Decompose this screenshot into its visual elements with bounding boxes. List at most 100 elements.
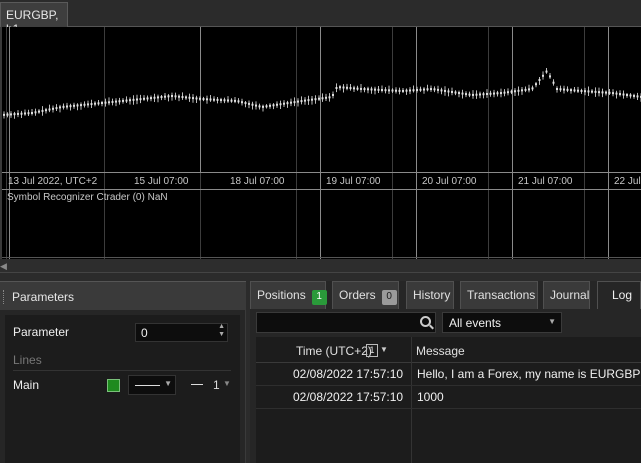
candle-body xyxy=(325,96,327,99)
parameters-header: Parameters xyxy=(0,281,246,310)
search-input[interactable] xyxy=(256,312,436,333)
candle-body xyxy=(349,87,352,90)
candle-body xyxy=(398,89,401,92)
candle-body xyxy=(220,99,222,102)
candle-body xyxy=(38,110,40,113)
candle-body xyxy=(605,91,607,94)
candle-body xyxy=(230,99,233,102)
candle-body xyxy=(300,100,303,103)
candle-body xyxy=(381,89,383,91)
candle-body xyxy=(199,97,201,100)
main-color-swatch[interactable] xyxy=(107,379,120,392)
candle-body xyxy=(514,90,516,93)
candle-body xyxy=(286,102,289,105)
tab-orders[interactable]: Orders 0 xyxy=(332,281,399,309)
candle-body xyxy=(363,88,366,91)
candle-body xyxy=(160,96,163,99)
column-header-time[interactable]: Time (UTC+2) xyxy=(296,344,372,358)
candle-body xyxy=(311,98,313,101)
candle-body xyxy=(451,91,453,93)
chevron-down-icon: ▼ xyxy=(548,317,556,326)
candle-body xyxy=(559,88,562,91)
candle-body xyxy=(353,87,355,90)
section-divider xyxy=(13,370,231,371)
tab-transactions[interactable]: Transactions xyxy=(460,281,538,309)
candle-body xyxy=(626,94,628,96)
table-row[interactable]: 02/08/2022 17:57:10 1000 xyxy=(256,386,641,409)
events-filter-select[interactable]: All events ▼ xyxy=(442,312,562,333)
line-style-select[interactable]: ▼ xyxy=(128,375,176,395)
candle-body xyxy=(472,93,474,96)
candle-body xyxy=(31,112,33,114)
candle-body xyxy=(129,99,131,102)
row-time: 02/08/2022 17:57:10 xyxy=(293,390,404,404)
tab-journal[interactable]: Journal xyxy=(543,281,590,309)
line-width-select[interactable]: 1 ▼ xyxy=(185,375,233,395)
candle-body xyxy=(188,96,191,99)
scroll-left-icon[interactable]: ◀ xyxy=(0,261,7,272)
chart-scrollbar[interactable]: ◀ xyxy=(0,259,641,273)
candle-body xyxy=(598,91,600,94)
main-line-label: Main xyxy=(13,378,40,392)
sort-index-badge: 1 xyxy=(366,344,378,357)
tab-history[interactable]: History xyxy=(406,281,454,309)
chart-tab-eurgbp[interactable]: EURGBP, h1 xyxy=(0,2,68,36)
candle-body xyxy=(437,88,439,91)
candle-body xyxy=(122,99,124,102)
candle-body xyxy=(304,99,306,102)
stepper-arrows-icon[interactable]: ▲ ▼ xyxy=(218,323,225,339)
candle-body xyxy=(615,92,618,95)
candle-body xyxy=(307,99,310,102)
candle-body xyxy=(136,98,138,101)
candle-body xyxy=(62,105,65,108)
candle-body xyxy=(97,102,100,105)
candle-body xyxy=(234,99,236,102)
candle-body xyxy=(489,92,492,95)
candle-body xyxy=(206,98,208,101)
candle-body xyxy=(636,95,639,98)
candle-body xyxy=(461,92,464,95)
row-message: 1000 xyxy=(417,390,444,404)
candle-body xyxy=(41,109,44,112)
drag-handle-icon[interactable] xyxy=(3,290,6,304)
candle-body xyxy=(566,88,569,91)
candle-body xyxy=(535,83,537,86)
candle-body xyxy=(251,103,254,106)
tab-log[interactable]: Log xyxy=(597,281,641,309)
date-label: 19 Jul 07:00 xyxy=(326,176,381,187)
candle-body xyxy=(237,100,240,103)
date-label: 18 Jul 07:00 xyxy=(230,176,285,187)
search-icon[interactable] xyxy=(420,316,431,327)
column-header-message[interactable]: Message xyxy=(416,344,465,358)
candle-body xyxy=(423,88,425,91)
tab-positions[interactable]: Positions 1 xyxy=(250,281,327,309)
candle-body xyxy=(507,91,509,94)
candle-body xyxy=(584,90,586,93)
candle-body xyxy=(139,98,142,101)
price-chart[interactable]: 13 Jul 2022, UTC+2 15 Jul 07:00 18 Jul 0… xyxy=(0,27,641,259)
candle-body xyxy=(479,93,481,96)
candle-body xyxy=(563,88,565,91)
date-label: 22 Jul 0 xyxy=(614,176,641,187)
trade-log-panel: Positions 1 Orders 0 History Transactions … xyxy=(250,281,641,463)
candle-body xyxy=(178,95,180,98)
table-row[interactable]: 02/08/2022 17:57:10 Hello, I am a Forex,… xyxy=(256,363,641,386)
candle-body xyxy=(181,96,184,99)
candle-body xyxy=(440,89,443,92)
row-time: 02/08/2022 17:57:10 xyxy=(293,367,404,381)
candle-body xyxy=(454,91,457,94)
line-width-value: 1 xyxy=(213,378,220,392)
candle-body xyxy=(619,93,621,96)
candle-body xyxy=(132,98,135,101)
candle-body xyxy=(314,98,317,101)
sort-desc-icon[interactable]: ▼ xyxy=(380,345,388,354)
candle-body xyxy=(360,87,362,90)
candle-body xyxy=(493,92,495,95)
candle-body xyxy=(272,104,275,107)
candle-body xyxy=(150,97,152,100)
parameter-stepper[interactable]: 0 ▲ ▼ xyxy=(135,323,228,342)
candle-body xyxy=(409,89,411,92)
candle-body xyxy=(227,99,229,102)
log-table-header: Time (UTC+2) 1 ▼ Message xyxy=(256,337,641,363)
candle-body xyxy=(416,89,418,91)
